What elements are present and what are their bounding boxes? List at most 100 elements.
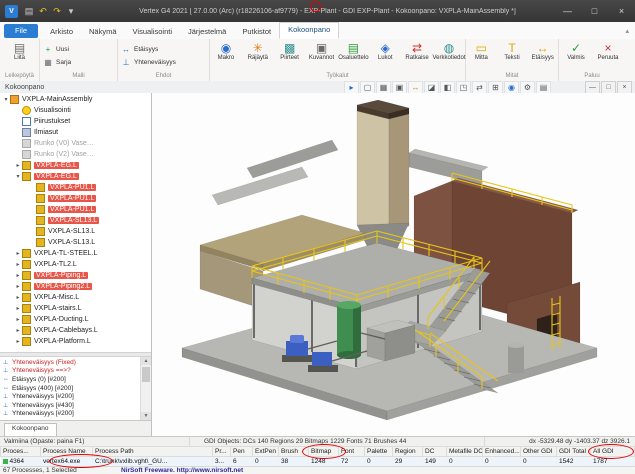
tree-item[interactable]: Ilmiasut bbox=[0, 127, 151, 138]
gdiview-cell[interactable]: 0 bbox=[447, 457, 483, 467]
gdiview-cell[interactable]: 149 bbox=[423, 457, 447, 467]
collapse-ribbon-icon[interactable]: ▴ bbox=[625, 27, 629, 35]
gdiview-column-header[interactable]: Palette bbox=[365, 447, 393, 457]
gdiview-column-header[interactable]: Proces... bbox=[1, 447, 41, 457]
expander-icon[interactable]: ▸ bbox=[14, 162, 22, 169]
show-objects-icon[interactable]: ▣ bbox=[392, 81, 407, 94]
paste-button[interactable]: ▤ Liitä bbox=[4, 40, 36, 71]
storage-tank[interactable] bbox=[337, 301, 361, 359]
tree-item[interactable]: Runko (V0) Vase… bbox=[0, 138, 151, 149]
ribbon-tab[interactable]: Näkymä bbox=[81, 25, 125, 39]
exhaust-tower[interactable] bbox=[357, 100, 409, 249]
gdiview-column-header[interactable]: DC bbox=[423, 447, 447, 457]
gdiview-cell[interactable]: C:\trunk\vxlib.vght\_GU... bbox=[93, 457, 213, 467]
wireframe-mode-icon[interactable]: ◳ bbox=[456, 81, 471, 94]
tree-item[interactable]: Piirustukset bbox=[0, 116, 151, 127]
explode-button[interactable]: ✳ Räjäytä bbox=[242, 40, 274, 71]
gdiview-cell[interactable]: 1248 bbox=[309, 457, 339, 467]
constraint-item[interactable]: ⊥ Yhteneväisyys [#200] bbox=[0, 410, 141, 419]
gdiview-cell[interactable]: 1787 bbox=[591, 457, 635, 467]
network-info-button[interactable]: ◍ Verkkotiedot bbox=[433, 40, 465, 71]
gdiview-cell[interactable]: 0 bbox=[483, 457, 521, 467]
constraint-item[interactable]: ↔ Etäisyys (400) [#200] bbox=[0, 384, 141, 393]
part-list-button[interactable]: ▤ Osaluettelo bbox=[337, 40, 369, 71]
gdiview-column-header[interactable]: Process Name bbox=[41, 447, 93, 457]
tree-item[interactable]: ▾ VXPLA-EG.L bbox=[0, 171, 151, 182]
tree-item[interactable]: VXPLA-SL13.L bbox=[0, 226, 151, 237]
cable-trays[interactable] bbox=[212, 140, 338, 205]
gdiview-column-header[interactable]: Enhanced... bbox=[483, 447, 521, 457]
coincident-constraint-button[interactable]: ⊥ Yhteneväisyys bbox=[121, 56, 176, 69]
gdiview-cell[interactable]: 29 bbox=[393, 457, 423, 467]
tree-item[interactable]: ▸ VXPLA-Cablebays.L bbox=[0, 325, 151, 336]
macro-button[interactable]: ◉ Makro bbox=[210, 40, 242, 71]
expander-icon[interactable]: ▸ bbox=[14, 283, 22, 290]
measure-distance-icon[interactable]: ↔ bbox=[408, 81, 423, 94]
gdiview-column-header[interactable]: Other GDI bbox=[521, 447, 557, 457]
tree-item[interactable]: ▸ VXPLA-TL-STEEL.L bbox=[0, 248, 151, 259]
nirsoft-brand-link[interactable]: NirSoft Freeware. http://www.nirsoft.net bbox=[121, 467, 243, 474]
gdiview-cell[interactable]: 0 bbox=[253, 457, 279, 467]
tree-item[interactable]: VXPLA-PU1.L bbox=[0, 193, 151, 204]
constraint-item[interactable]: ⊥ Yhteneväisyys [#200] bbox=[0, 392, 141, 401]
gdiview-cell[interactable]: 72 bbox=[339, 457, 365, 467]
gdiview-column-header[interactable]: Brush bbox=[279, 447, 309, 457]
gdiview-cell[interactable]: 1542 bbox=[557, 457, 591, 467]
expander-icon[interactable]: ▸ bbox=[14, 316, 22, 323]
gdiview-column-header[interactable]: All GDI bbox=[591, 447, 635, 457]
close-button[interactable]: × bbox=[608, 0, 635, 22]
scroll-up-icon[interactable]: ▲ bbox=[141, 357, 151, 365]
locks-button[interactable]: ◈ Lukot bbox=[369, 40, 401, 71]
views-button[interactable]: ▣ Kuvannot bbox=[306, 40, 338, 71]
minimize-button[interactable]: — bbox=[554, 0, 581, 22]
tree-item[interactable]: VXPLA-SL13.L bbox=[0, 215, 151, 226]
3d-model-view[interactable] bbox=[152, 93, 635, 436]
quick-access-dropdown-icon[interactable]: ▾ bbox=[64, 6, 78, 17]
app-icon[interactable]: V bbox=[5, 5, 18, 18]
expander-icon[interactable]: ▸ bbox=[14, 294, 22, 301]
title-bar[interactable]: V ▤ ↶ ↷ ▾ Vertex G4 2021 [ 27.0.00 (Arc)… bbox=[0, 0, 635, 22]
gdiview-cell[interactable]: 0 bbox=[365, 457, 393, 467]
distance-constraint-button[interactable]: ↔ Etäisyys bbox=[121, 43, 158, 56]
constraint-scrollbar[interactable]: ▲ ▼ bbox=[140, 357, 151, 420]
gdiview-cell[interactable]: 38 bbox=[279, 457, 309, 467]
tree-item[interactable]: ▸ VXPLA-TL2.L bbox=[0, 259, 151, 270]
tree-item[interactable]: VXPLA-SL13.L bbox=[0, 237, 151, 248]
mdi-close-button[interactable]: × bbox=[617, 81, 632, 94]
tree-item[interactable]: Visualisointi bbox=[0, 105, 151, 116]
box-select-icon[interactable]: ▢ bbox=[360, 81, 375, 94]
settings-gear-icon[interactable]: ⚙ bbox=[520, 81, 535, 94]
undo-icon[interactable]: ↶ bbox=[36, 6, 50, 17]
redo-icon[interactable]: ↷ bbox=[50, 6, 64, 17]
gdiview-cell[interactable]: 4364 bbox=[1, 457, 41, 467]
gdiview-cell[interactable]: 0 bbox=[521, 457, 557, 467]
new-component-button[interactable]: + Uusi bbox=[43, 43, 69, 56]
expander-icon[interactable]: ▸ bbox=[14, 305, 22, 312]
tree-item[interactable]: ▸ VXPLA-Piping2.L bbox=[0, 281, 151, 292]
measure-button[interactable]: ▭ Mitta bbox=[466, 40, 497, 71]
gdiview-column-header[interactable]: Region bbox=[393, 447, 423, 457]
tree-item[interactable]: ▸ VXPLA-Platform.L bbox=[0, 336, 151, 347]
features-button[interactable]: ▩ Piirteet bbox=[274, 40, 306, 71]
expander-icon[interactable]: ▸ bbox=[14, 338, 22, 345]
gdiview-column-header[interactable]: Pr... bbox=[213, 447, 231, 457]
gdiview-column-header[interactable]: Process Path bbox=[93, 447, 213, 457]
tree-item[interactable]: VXPLA-PU1.L bbox=[0, 204, 151, 215]
model-viewport[interactable] bbox=[152, 93, 635, 436]
cancel-button[interactable]: × Peruuta bbox=[592, 40, 624, 71]
constraint-item[interactable]: ⊥ Yhteneväisyys [#430] bbox=[0, 401, 141, 410]
tree-item[interactable]: ▸ VXPLA-Piping.L bbox=[0, 270, 151, 281]
tree-item[interactable]: ▸ VXPLA-stairs.L bbox=[0, 303, 151, 314]
scrollbar-thumb[interactable] bbox=[142, 367, 150, 382]
gdiview-column-header[interactable]: Font bbox=[339, 447, 365, 457]
pick-arrow-icon[interactable]: ▸ bbox=[344, 81, 359, 94]
tree-item[interactable]: ▸ VXPLA-Misc.L bbox=[0, 292, 151, 303]
hide-objects-icon[interactable]: ▦ bbox=[376, 81, 391, 94]
maximize-button[interactable]: □ bbox=[581, 0, 608, 22]
done-button[interactable]: ✓ Valmis bbox=[560, 40, 592, 71]
constraint-item[interactable]: ↔ Etäisyys (0) [#200] bbox=[0, 375, 141, 384]
gdiview-cell[interactable]: 3... bbox=[213, 457, 231, 467]
small-tank[interactable] bbox=[508, 342, 524, 373]
expander-icon[interactable]: ▾ bbox=[2, 96, 10, 103]
zoom-extents-icon[interactable]: ⊞ bbox=[488, 81, 503, 94]
